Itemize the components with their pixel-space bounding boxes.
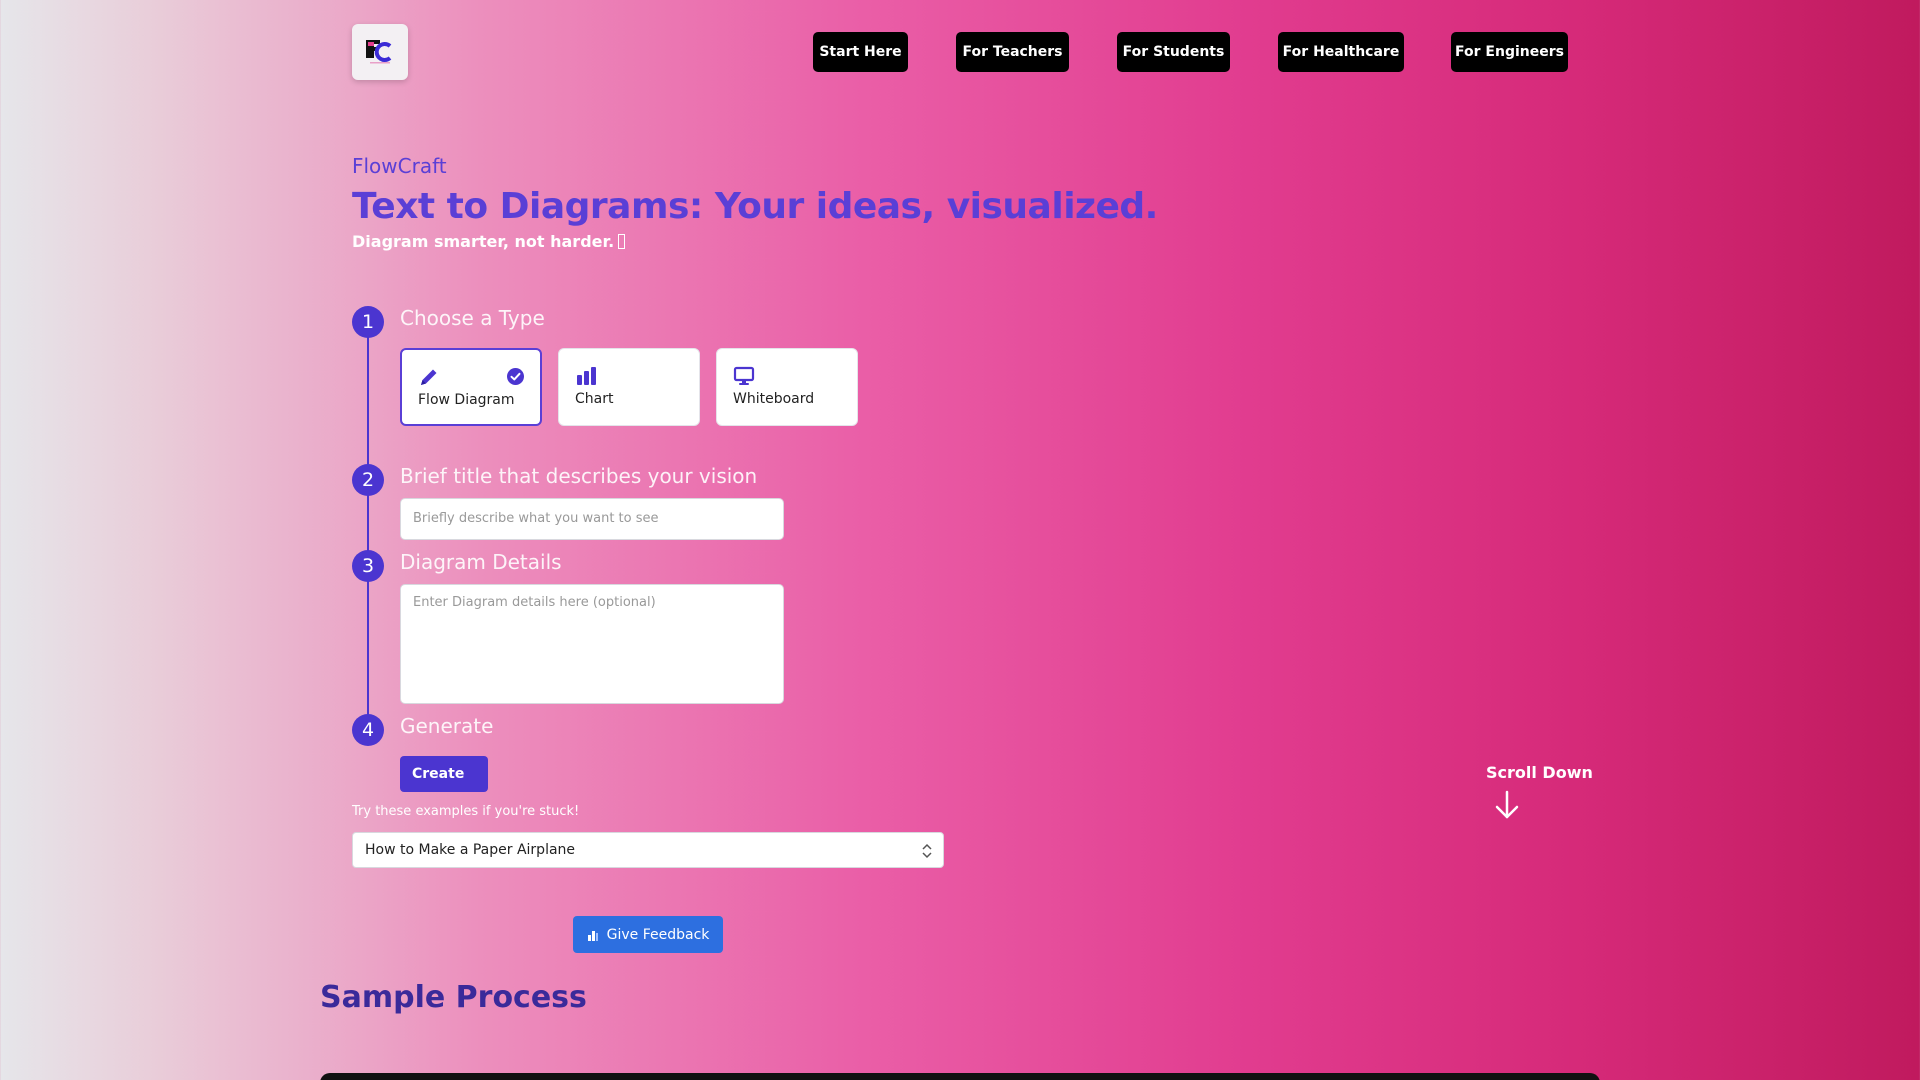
select-chevron-icon [922, 843, 932, 859]
sample-process-title: Sample Process [320, 980, 587, 1015]
step-3-badge: 3 [352, 550, 384, 582]
title-input[interactable]: Briefly describe what you want to see [400, 498, 784, 540]
create-button[interactable]: Create [400, 756, 488, 792]
scroll-down-label: Scroll Down [1486, 763, 1593, 782]
monitor-icon [733, 366, 755, 385]
type-card-chart[interactable]: Chart [558, 348, 700, 426]
feedback-label: Give Feedback [606, 926, 710, 943]
examples-hint: Try these examples if you're stuck! [352, 804, 580, 819]
step-2-badge: 2 [352, 464, 384, 496]
type-card-flow-diagram[interactable]: Flow Diagram [400, 348, 542, 426]
brand-name: FlowCraft [352, 154, 447, 178]
flowcraft-logo[interactable] [352, 24, 408, 80]
type-card-whiteboard[interactable]: Whiteboard [716, 348, 858, 426]
details-textarea[interactable]: Enter Diagram details here (optional) [400, 584, 784, 704]
tagline: Diagram smarter, not harder. [352, 232, 626, 251]
examples-select[interactable]: How to Make a Paper Airplane [352, 832, 944, 868]
step-4-badge: 4 [352, 714, 384, 746]
tagline-text: Diagram smarter, not harder. [352, 232, 615, 251]
examples-selected-value: How to Make a Paper Airplane [365, 842, 576, 858]
nav-start-here[interactable]: Start Here [813, 32, 908, 72]
emoji-placeholder-icon [618, 234, 626, 249]
give-feedback-button[interactable]: Give Feedback [573, 916, 723, 953]
nav-for-healthcare[interactable]: For Healthcare [1278, 32, 1404, 72]
nav-for-teachers[interactable]: For Teachers [956, 32, 1069, 72]
logo-icon [366, 40, 392, 64]
step-2-title: Brief title that describes your vision [400, 464, 758, 488]
nav-for-engineers[interactable]: For Engineers [1451, 32, 1568, 72]
step-4-title: Generate [400, 714, 494, 738]
bar-chart-icon [577, 367, 596, 385]
steps-timeline [367, 322, 369, 730]
step-3-title: Diagram Details [400, 550, 562, 574]
type-label: Whiteboard [733, 391, 815, 407]
step-1-title: Choose a Type [400, 306, 545, 330]
type-label: Chart [575, 391, 614, 407]
step-1-badge: 1 [352, 306, 384, 338]
bar-chart-icon [587, 930, 598, 941]
type-label: Flow Diagram [418, 392, 515, 408]
arrow-down-icon[interactable] [1492, 790, 1522, 820]
sample-process-frame [320, 1073, 1600, 1080]
pencil-icon [421, 369, 437, 385]
check-circle-icon [507, 368, 524, 385]
nav-for-students[interactable]: For Students [1117, 32, 1230, 72]
page-headline: Text to Diagrams: Your ideas, visualized… [352, 186, 1158, 227]
